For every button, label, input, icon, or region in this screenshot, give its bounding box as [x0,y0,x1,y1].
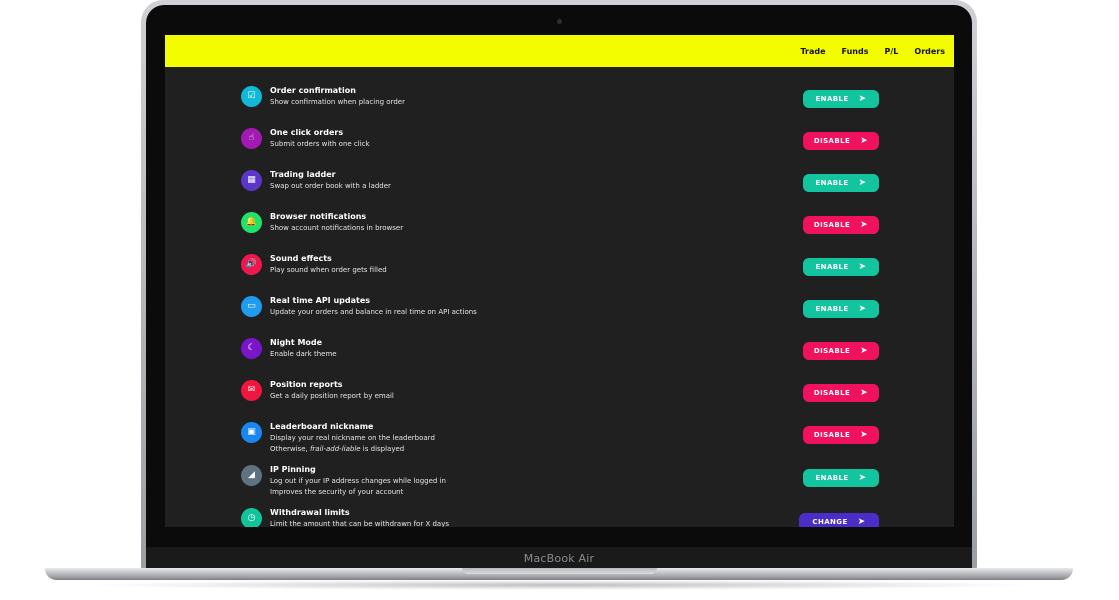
mail-icon: ✉ [241,380,262,401]
disable-button[interactable]: DISABLE ➤ [803,384,879,402]
setting-title: Real time API updates [270,296,370,305]
setting-description: Submit orders with one click [270,139,370,150]
setting-description-line: Update your orders and balance in real t… [270,308,477,316]
checkbox-icon: ☑ [241,86,262,107]
disable-button[interactable]: DISABLE ➤ [803,216,879,234]
send-arrow-icon: ➤ [858,262,867,272]
signal-icon: ◢ [241,465,262,486]
setting-title: Order confirmation [270,86,356,95]
send-arrow-icon: ➤ [860,430,869,440]
nav-orders[interactable]: Orders [914,47,945,56]
setting-description-line: Play sound when order gets filled [270,266,387,274]
grid-icon: ▦ [241,170,262,191]
button-label: DISABLE [813,137,851,145]
nav-pl[interactable]: P/L [885,47,899,56]
setting-title: Night Mode [270,338,323,347]
device-label: MacBook Air [523,552,595,565]
setting-title: IP Pinning [270,465,316,474]
laptop-chin: MacBook Air [146,547,972,570]
enable-button[interactable]: ENABLE ➤ [803,469,879,487]
setting-description-line: Show confirmation when placing order [270,98,405,106]
badge-icon: ▣ [241,422,262,443]
setting-title: Position reports [270,380,343,389]
button-label: ENABLE [815,263,849,271]
send-arrow-icon: ➤ [858,94,867,104]
disable-button[interactable]: DISABLE ➤ [803,342,879,360]
setting-title: One click orders [270,128,344,137]
chat-icon: ▭ [241,296,262,317]
speaker-icon: 🔊 [241,254,262,275]
moon-icon: ☾ [241,338,262,359]
setting-description-line: Show account notifications in browser [270,224,404,232]
send-arrow-icon: ➤ [860,346,869,356]
send-arrow-icon: ➤ [858,304,867,314]
setting-description: Swap out order book with a ladder [270,181,391,192]
camera-icon [557,19,562,24]
setting-description: Enable dark theme [270,349,337,360]
send-arrow-icon: ➤ [860,220,869,230]
app-screen: Trade Funds P/L Orders ☑ Order confirmati… [165,35,954,527]
send-arrow-icon: ➤ [860,136,869,146]
nickname-value: frail-add-liable [309,445,361,453]
change-button[interactable]: CHANGE ➤ [799,513,879,527]
setting-description: Get a daily position report by email [270,391,394,402]
enable-button[interactable]: ENABLE ➤ [803,174,879,192]
send-arrow-icon: ➤ [858,473,867,483]
setting-description-line: Submit orders with one click [270,140,370,148]
setting-description: Show account notifications in browser [270,223,403,234]
send-arrow-icon: ➤ [858,178,867,188]
setting-description-line: Log out if your IP address changes while… [270,477,446,485]
top-bar: Trade Funds P/L Orders [165,35,954,67]
setting-title: Sound effects [270,254,332,263]
top-nav: Trade Funds P/L Orders [800,35,945,67]
setting-title: Browser notifications [270,212,367,221]
setting-title: Trading ladder [270,170,336,179]
enable-button[interactable]: ENABLE ➤ [803,300,879,318]
setting-title: Withdrawal limits [270,508,350,517]
setting-description-line: Enable dark theme [270,350,337,358]
button-label: ENABLE [815,95,849,103]
setting-description-line: Display your real nickname on the leader… [270,434,435,442]
disable-button[interactable]: DISABLE ➤ [803,132,879,150]
button-label: ENABLE [815,179,849,187]
nav-funds[interactable]: Funds [842,47,869,56]
setting-description: Play sound when order gets filled [270,265,387,276]
button-label: CHANGE [812,518,848,526]
disable-button[interactable]: DISABLE ➤ [803,426,879,444]
setting-description-line: Limit the amount that can be withdrawn f… [270,520,449,527]
setting-description: Show confirmation when placing order [270,97,405,108]
button-label: ENABLE [815,305,849,313]
setting-description-line: Get a daily position report by email [270,392,394,400]
button-label: DISABLE [813,347,851,355]
setting-title: Leaderboard nickname [270,422,374,431]
setting-description: Limit the amount that can be withdrawn f… [270,519,449,527]
enable-button[interactable]: ENABLE ➤ [803,90,879,108]
button-label: ENABLE [815,474,849,482]
laptop-notch [462,568,657,574]
setting-description-line: Improves the security of your account [270,488,404,496]
button-label: DISABLE [813,431,851,439]
nav-trade[interactable]: Trade [800,47,825,56]
laptop-shadow [80,580,1040,590]
pointer-icon: ☝ [241,128,262,149]
send-arrow-icon: ➤ [857,517,866,527]
setting-description: Log out if your IP address changes while… [270,476,446,498]
setting-description: Display your real nickname on the leader… [270,433,435,455]
nickname-suffix: is displayed [360,445,405,453]
setting-description-line: Swap out order book with a ladder [270,182,391,190]
clock-icon: ◷ [241,508,262,527]
enable-button[interactable]: ENABLE ➤ [803,258,879,276]
button-label: DISABLE [813,389,851,397]
send-arrow-icon: ➤ [860,388,869,398]
button-label: DISABLE [813,221,851,229]
setting-description-line: Otherwise, frail-add-liable is displayed [270,444,435,455]
bell-icon: 🔔 [241,212,262,233]
setting-description: Update your orders and balance in real t… [270,307,477,318]
nickname-prefix: Otherwise, [270,445,310,453]
